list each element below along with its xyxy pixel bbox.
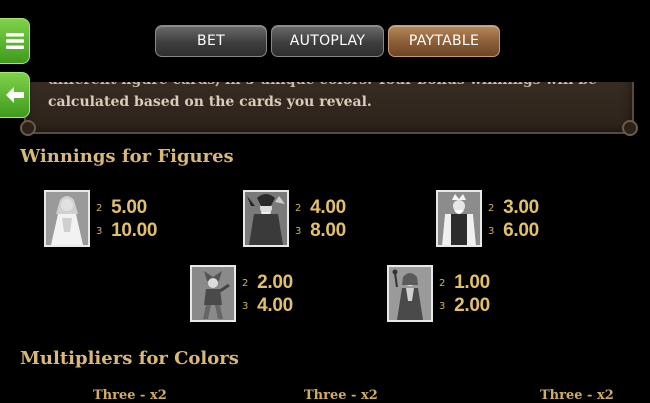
pay-amount: 2.00 — [454, 295, 490, 316]
pay-amount: 8.00 — [310, 220, 346, 241]
bride-figure-icon — [44, 190, 90, 247]
king-figure-icon — [436, 190, 482, 247]
match-count: 3 — [242, 300, 249, 312]
match-count: 2 — [439, 277, 446, 289]
pay-amount: 6.00 — [503, 220, 539, 241]
pay-row-2: 2 3.00 — [488, 197, 539, 219]
match-count: 2 — [242, 277, 249, 289]
pay-row-2: 2 2.00 — [242, 272, 293, 294]
hamburger-menu-icon — [5, 33, 24, 49]
match-count: 3 — [439, 300, 446, 312]
pay-amount: 1.00 — [454, 272, 490, 293]
back-button[interactable] — [0, 72, 30, 118]
tab-paytable[interactable]: PAYTABLE — [388, 25, 500, 57]
colors-heading: Multipliers for Colors — [20, 348, 239, 369]
match-count: 3 — [488, 225, 495, 237]
figures-heading: Winnings for Figures — [20, 146, 234, 167]
multiplier-label: Three - x2 — [304, 388, 378, 403]
pay-amount: 10.00 — [111, 220, 158, 241]
match-count: 2 — [96, 202, 103, 214]
pay-amount: 4.00 — [310, 197, 346, 218]
pay-amount: 3.00 — [503, 197, 539, 218]
match-count: 3 — [295, 225, 302, 237]
match-count: 3 — [96, 225, 103, 237]
pay-row-3: 3 6.00 — [488, 220, 539, 242]
multiplier-label: Three - x2 — [540, 388, 614, 403]
pay-amount: 2.00 — [257, 272, 293, 293]
pay-row-2: 2 4.00 — [295, 197, 346, 219]
lady-figure-icon — [387, 265, 433, 322]
pay-row-3: 3 8.00 — [295, 220, 346, 242]
pay-row-3: 3 4.00 — [242, 295, 293, 317]
match-count: 2 — [295, 202, 302, 214]
pay-row-3: 3 2.00 — [439, 295, 490, 317]
pay-row-2: 2 1.00 — [439, 272, 490, 294]
multiplier-label: Three - x2 — [93, 388, 167, 403]
jester-figure-icon — [190, 265, 236, 322]
intro-line-2: calculated based on the cards you reveal… — [48, 94, 372, 110]
tab-autoplay[interactable]: AUTOPLAY — [271, 25, 384, 57]
tab-bet[interactable]: BET — [155, 25, 267, 57]
pay-amount: 4.00 — [257, 295, 293, 316]
wizard-figure-icon — [243, 190, 289, 247]
arrow-left-icon — [5, 87, 24, 103]
pay-row-3: 3 10.00 — [96, 220, 157, 242]
top-bar: BET AUTOPLAY PAYTABLE — [0, 0, 650, 82]
pay-row-2: 2 5.00 — [96, 197, 147, 219]
menu-button[interactable] — [0, 18, 30, 64]
match-count: 2 — [488, 202, 495, 214]
pay-amount: 5.00 — [111, 197, 147, 218]
